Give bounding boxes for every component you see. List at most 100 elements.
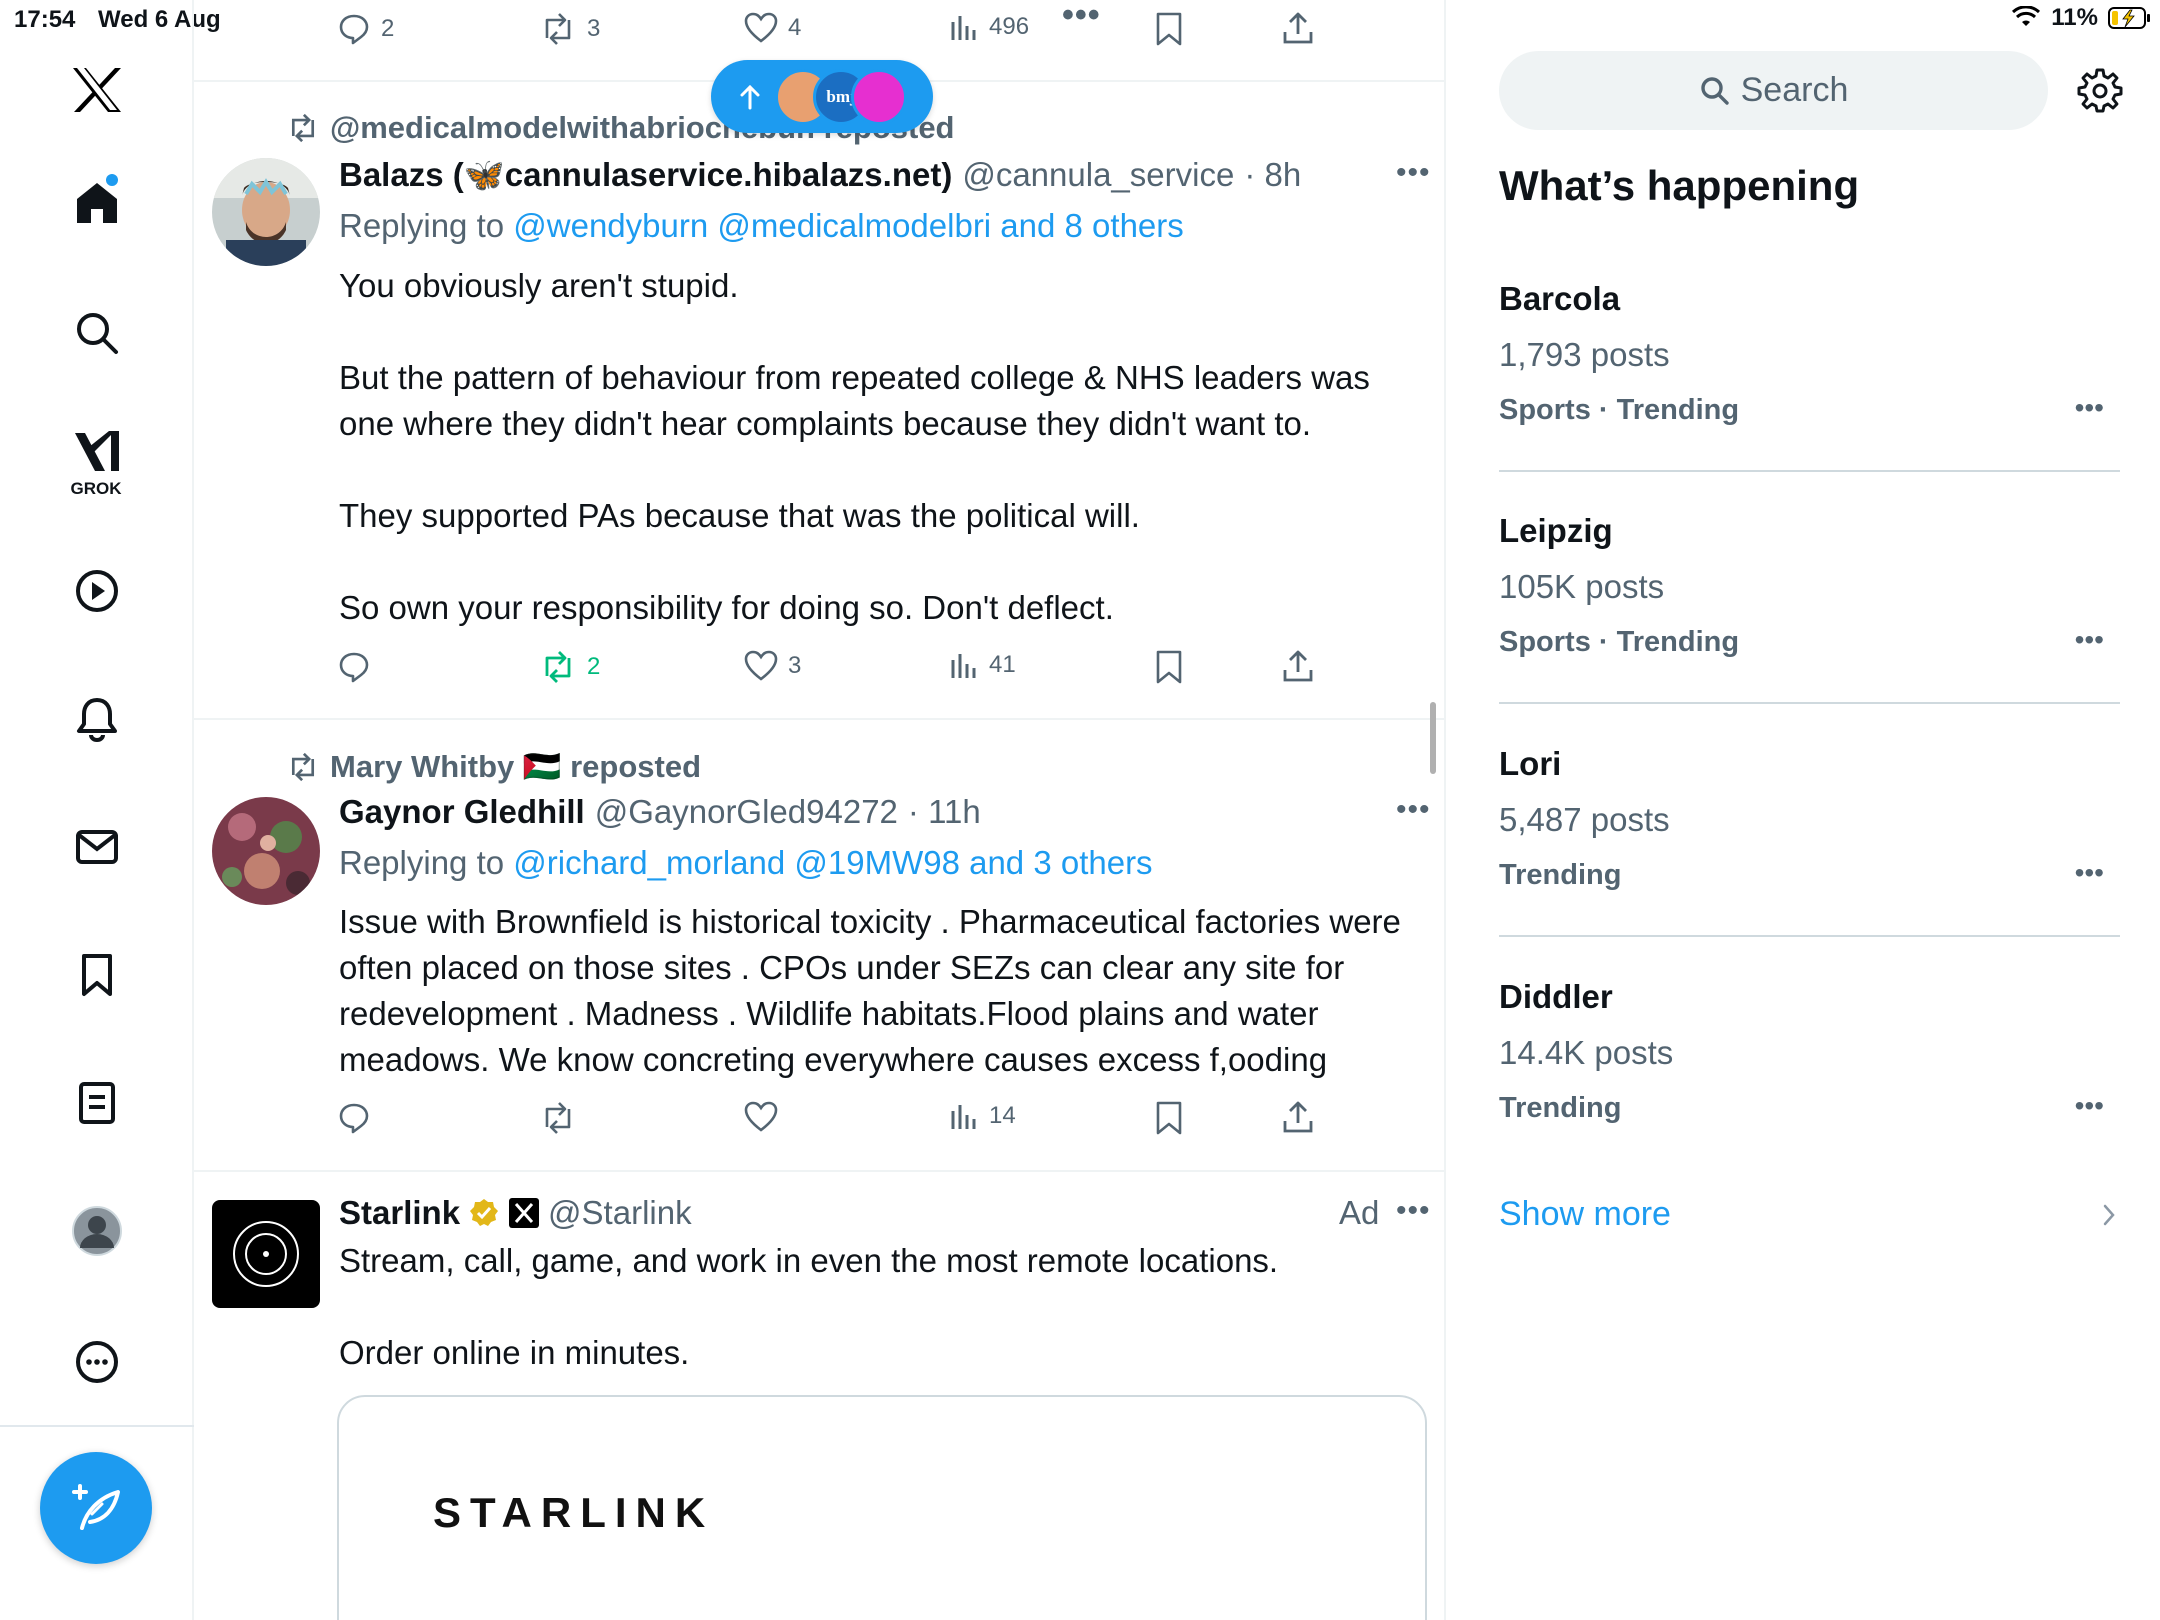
tweet-more-button[interactable]: ••• xyxy=(1396,793,1431,827)
author-name[interactable]: Starlink xyxy=(339,1194,460,1232)
views-button[interactable]: 14 xyxy=(949,1101,1016,1131)
avatar[interactable] xyxy=(212,797,320,905)
reply-icon xyxy=(339,1103,369,1134)
tweet-more-button[interactable]: ••• xyxy=(1062,0,1101,35)
grok-label: GROK xyxy=(70,479,122,498)
gold-verified-badge-icon xyxy=(470,1199,499,1226)
views-button[interactable]: 41 xyxy=(949,650,1016,680)
whats-happening-title: What’s happening xyxy=(1499,162,1860,209)
like-button[interactable]: 3 xyxy=(744,650,801,682)
reply-button[interactable] xyxy=(337,1101,381,1135)
profile-avatar-icon xyxy=(72,1206,122,1256)
bookmark-button[interactable] xyxy=(1154,12,1184,46)
nav-messages[interactable] xyxy=(57,807,137,887)
author-handle[interactable]: @Starlink xyxy=(548,1194,692,1232)
envelope-icon xyxy=(76,830,118,864)
trend-item[interactable]: Lori 5,487 posts Trending ••• xyxy=(1499,745,2120,977)
trend-category: Trending xyxy=(1499,1092,1622,1124)
nav-profile[interactable] xyxy=(57,1191,137,1271)
like-button[interactable] xyxy=(744,1101,788,1133)
settings-button[interactable] xyxy=(2077,67,2123,118)
x-affiliate-badge-icon xyxy=(509,1198,540,1228)
replying-to: Replying to @wendyburn @medicalmodelbri … xyxy=(339,207,1184,245)
list-icon xyxy=(79,1082,115,1124)
feed-scrollbar[interactable] xyxy=(1430,702,1436,774)
x-logo[interactable] xyxy=(57,50,137,130)
share-button[interactable] xyxy=(1282,1101,1314,1135)
tweet-more-button[interactable]: ••• xyxy=(1396,1194,1431,1228)
repost-button[interactable]: 3 xyxy=(539,12,600,46)
tweet-time[interactable]: · 8h xyxy=(1244,156,1301,194)
tweet-time[interactable]: · 11h xyxy=(908,793,981,831)
repost-icon xyxy=(545,1102,571,1134)
search-icon xyxy=(77,313,118,354)
author-name[interactable]: Gaynor Gledhill xyxy=(339,793,585,831)
ad-card[interactable]: STARLINK xyxy=(337,1395,1427,1620)
nav-video[interactable] xyxy=(57,551,137,631)
more-circle-icon xyxy=(76,1341,118,1383)
tweet-text: You obviously aren't stupid. But the pat… xyxy=(339,267,1370,626)
share-button[interactable] xyxy=(1282,650,1314,684)
tweet-text: Stream, call, game, and work in even the… xyxy=(339,1242,1279,1371)
author-handle[interactable]: @GaynorGled94272 xyxy=(595,793,898,831)
nav-divider xyxy=(0,1425,194,1427)
search-input[interactable]: Search xyxy=(1499,51,2048,130)
reply-button[interactable] xyxy=(337,650,381,684)
trend-more-button[interactable]: ••• xyxy=(2075,624,2104,656)
trend-more-button[interactable]: ••• xyxy=(2075,857,2104,889)
ad-label: Ad xyxy=(1339,1194,1380,1231)
nav-bookmarks[interactable] xyxy=(57,935,137,1015)
trend-item[interactable]: Leipzig 105K posts Sports · Trending ••• xyxy=(1499,512,2120,744)
avatar-photo-icon xyxy=(212,158,320,266)
bookmark-icon xyxy=(1156,1101,1182,1135)
search-placeholder: Search xyxy=(1740,71,1849,109)
trend-item[interactable]: Diddler 14.4K posts Trending ••• xyxy=(1499,978,2120,1210)
avatar[interactable] xyxy=(212,158,320,266)
repost-button[interactable]: 2 xyxy=(539,650,600,684)
bookmark-button[interactable] xyxy=(1154,1101,1184,1135)
repost-icon xyxy=(291,113,315,143)
show-more-link[interactable]: Show more xyxy=(1499,1195,1671,1234)
share-button[interactable] xyxy=(1282,12,1314,46)
tweet-actions: 2 3 4 496 ••• xyxy=(194,0,1444,52)
compose-button[interactable] xyxy=(40,1452,152,1564)
replying-to-links[interactable]: @wendyburn @medicalmodelbri and 8 others xyxy=(513,207,1184,244)
share-icon xyxy=(1283,650,1313,682)
trend-item[interactable]: Barcola 1,793 posts Sports · Trending ••… xyxy=(1499,280,2120,512)
repost-icon xyxy=(291,752,315,781)
trend-post-count: 5,487 posts xyxy=(1499,801,1670,838)
trend-divider xyxy=(1499,470,2120,472)
nav-explore[interactable] xyxy=(57,293,137,373)
search-icon xyxy=(1700,76,1729,105)
author-name[interactable]: Balazs (🦋cannulaservice.hibalazs.net) xyxy=(339,156,952,195)
repost-button[interactable] xyxy=(539,1101,587,1135)
trend-post-count: 105K posts xyxy=(1499,568,1665,605)
like-button[interactable]: 4 xyxy=(744,12,801,44)
nav-home[interactable] xyxy=(57,163,137,243)
nav-notifications[interactable] xyxy=(57,679,137,759)
views-chart-icon xyxy=(951,1105,976,1129)
trend-divider xyxy=(1499,702,2120,704)
views-chart-icon xyxy=(951,654,976,678)
nav-more[interactable] xyxy=(57,1322,137,1402)
compose-feather-icon xyxy=(72,1484,120,1530)
tweet-more-button[interactable]: ••• xyxy=(1396,156,1431,190)
new-posts-button[interactable]: bmj xyxy=(711,60,933,133)
share-icon xyxy=(1283,1101,1313,1133)
nav-lists[interactable] xyxy=(57,1063,137,1143)
views-count: 14 xyxy=(989,1102,1016,1129)
chevron-right-icon xyxy=(2103,1204,2115,1226)
tweet-divider xyxy=(194,718,1444,720)
avatar[interactable] xyxy=(212,1200,320,1308)
share-icon xyxy=(1283,12,1313,44)
bookmark-button[interactable] xyxy=(1154,650,1184,684)
reply-button[interactable]: 2 xyxy=(337,12,394,46)
reposted-by: Mary Whitby 🇵🇸 reposted xyxy=(330,749,702,784)
trend-more-button[interactable]: ••• xyxy=(2075,392,2104,424)
replying-to-links[interactable]: @richard_morland @19MW98 and 3 others xyxy=(513,844,1152,881)
repost-icon xyxy=(545,13,571,45)
trend-more-button[interactable]: ••• xyxy=(2075,1090,2104,1122)
views-button[interactable]: 496 xyxy=(949,12,1029,42)
author-handle[interactable]: @cannula_service xyxy=(962,156,1234,194)
play-icon xyxy=(76,570,118,612)
